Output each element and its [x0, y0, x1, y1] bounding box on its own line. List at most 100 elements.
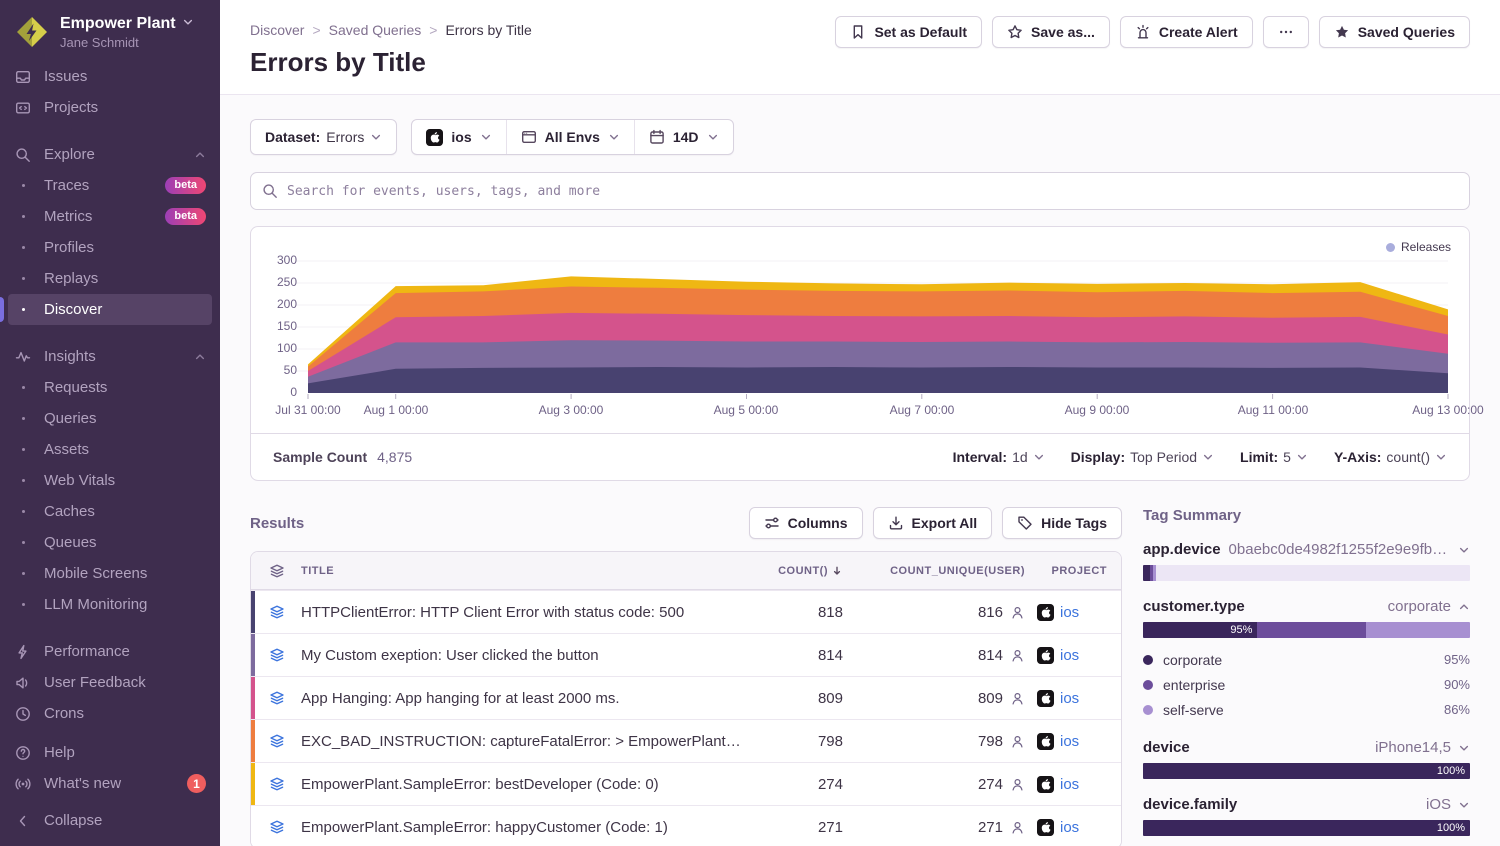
chart-legend[interactable]: Releases: [1386, 240, 1451, 254]
tag-legend-row[interactable]: corporate95%: [1143, 647, 1470, 672]
sidebar-item-label: Web Vitals: [44, 472, 206, 489]
save-as-button[interactable]: Save as...: [992, 16, 1110, 48]
search-input[interactable]: [250, 172, 1470, 210]
tag-distribution-bar[interactable]: 95%: [1143, 622, 1470, 638]
sidebar-item-queues[interactable]: Queues: [8, 527, 212, 558]
chevron-down-icon: [707, 131, 719, 143]
sidebar-item-help[interactable]: Help: [8, 737, 212, 768]
releases-legend-label: Releases: [1401, 240, 1451, 254]
table-row: EmpowerPlant.SampleError: happyCustomer …: [251, 805, 1121, 846]
project-filter[interactable]: ios: [412, 120, 505, 154]
tag-distribution-bar[interactable]: 100%: [1143, 820, 1470, 836]
sidebar-item-web-vitals[interactable]: Web Vitals: [8, 465, 212, 496]
chevron-up-icon[interactable]: [194, 149, 206, 161]
tag-value-percent: 95%: [1444, 652, 1470, 667]
sidebar-item-queries[interactable]: Queries: [8, 403, 212, 434]
column-header-title[interactable]: TITLE: [301, 565, 741, 577]
column-header-count-unique[interactable]: COUNT_UNIQUE(USER): [855, 565, 1025, 577]
layers-icon[interactable]: [269, 776, 289, 792]
count-value: 274: [753, 776, 843, 793]
project-link[interactable]: ios: [1060, 819, 1079, 836]
columns-button[interactable]: Columns: [749, 507, 863, 539]
sidebar-item-llm-monitoring[interactable]: LLM Monitoring: [8, 589, 212, 620]
series-color-bar: [251, 591, 255, 633]
user-name: Jane Schmidt: [60, 35, 194, 51]
sidebar-item-projects[interactable]: Projects: [8, 92, 212, 123]
dataset-value: Errors: [326, 129, 364, 145]
error-title[interactable]: App Hanging: App hanging for at least 20…: [301, 690, 741, 707]
hide-tags-button[interactable]: Hide Tags: [1002, 507, 1122, 539]
project-link[interactable]: ios: [1060, 733, 1079, 750]
sidebar-item-caches[interactable]: Caches: [8, 496, 212, 527]
sidebar-item-replays[interactable]: Replays: [8, 263, 212, 294]
tag-legend-row[interactable]: self-serve86%: [1143, 697, 1470, 722]
chevron-down-icon: [1435, 451, 1447, 463]
tag-top-value: corporate: [1253, 598, 1451, 615]
layers-icon[interactable]: [269, 690, 289, 706]
error-title[interactable]: My Custom exeption: User clicked the but…: [301, 647, 741, 664]
sidebar: Empower Plant Jane Schmidt IssuesProject…: [0, 0, 220, 846]
sidebar-item-assets[interactable]: Assets: [8, 434, 212, 465]
y-axis-selector[interactable]: Y-Axis:count(): [1334, 449, 1447, 465]
tag-distribution-bar[interactable]: 100%: [1143, 763, 1470, 779]
sidebar-item-insights[interactable]: Insights: [8, 341, 212, 372]
layers-icon[interactable]: [269, 819, 289, 835]
tag-distribution-bar[interactable]: [1143, 565, 1470, 581]
column-header-count[interactable]: COUNT(): [753, 565, 843, 577]
starfilled-icon: [1334, 24, 1350, 40]
more-options-button[interactable]: [1263, 16, 1309, 48]
sidebar-item-issues[interactable]: Issues: [8, 61, 212, 92]
project-link[interactable]: ios: [1060, 604, 1079, 621]
dataset-selector[interactable]: Dataset: Errors: [250, 119, 397, 155]
sidebar-item-label: Crons: [44, 705, 206, 722]
chevron-down-icon[interactable]: [1458, 742, 1470, 754]
chevron-down-icon[interactable]: [1458, 799, 1470, 811]
breadcrumb-discover[interactable]: Discover: [250, 22, 304, 38]
project-link[interactable]: ios: [1060, 690, 1079, 707]
date-range-filter[interactable]: 14D: [634, 120, 733, 154]
chevron-up-icon[interactable]: [194, 351, 206, 363]
display-selector[interactable]: Display:Top Period: [1071, 449, 1214, 465]
interval-selector[interactable]: Interval:1d: [953, 449, 1045, 465]
create-alert-button[interactable]: Create Alert: [1120, 16, 1253, 48]
sidebar-collapse-button[interactable]: Collapse: [8, 805, 212, 836]
sidebar-item-what-s-new[interactable]: What's new1: [8, 768, 212, 799]
column-header-project[interactable]: PROJECT: [1037, 565, 1107, 577]
chevron-down-icon[interactable]: [1458, 544, 1470, 556]
sidebar-item-traces[interactable]: Tracesbeta: [8, 170, 212, 201]
sidebar-item-requests[interactable]: Requests: [8, 372, 212, 403]
org-switcher[interactable]: Empower Plant Jane Schmidt: [0, 0, 220, 61]
breadcrumb-saved-queries[interactable]: Saved Queries: [329, 22, 422, 38]
table-header-row: TITLE COUNT() COUNT_UNIQUE(USER) PROJECT: [251, 552, 1121, 590]
x-axis-tick-label: Jul 31 00:00: [275, 403, 340, 417]
sidebar-item-profiles[interactable]: Profiles: [8, 232, 212, 263]
sidebar-item-metrics[interactable]: Metricsbeta: [8, 201, 212, 232]
error-title[interactable]: HTTPClientError: HTTP Client Error with …: [301, 604, 741, 621]
beta-badge: beta: [165, 208, 206, 225]
sidebar-item-label: Help: [44, 744, 206, 761]
apple-icon: [1037, 819, 1054, 836]
error-title[interactable]: EXC_BAD_INSTRUCTION: captureFatalError: …: [301, 733, 741, 750]
layers-icon[interactable]: [269, 647, 289, 663]
layers-icon[interactable]: [269, 733, 289, 749]
tag-key: app.device: [1143, 541, 1221, 558]
set-as-default-button[interactable]: Set as Default: [835, 16, 982, 48]
sidebar-item-mobile-screens[interactable]: Mobile Screens: [8, 558, 212, 589]
sidebar-item-crons[interactable]: Crons: [8, 698, 212, 729]
saved-queries-button[interactable]: Saved Queries: [1319, 16, 1470, 48]
sidebar-item-explore[interactable]: Explore: [8, 139, 212, 170]
tag-legend-row[interactable]: enterprise90%: [1143, 672, 1470, 697]
sidebar-item-discover[interactable]: Discover: [8, 294, 212, 325]
sidebar-item-performance[interactable]: Performance: [8, 636, 212, 667]
limit-selector[interactable]: Limit:5: [1240, 449, 1308, 465]
project-link[interactable]: ios: [1060, 647, 1079, 664]
layers-icon[interactable]: [269, 604, 289, 620]
chevron-up-icon[interactable]: [1458, 601, 1470, 613]
project-link[interactable]: ios: [1060, 776, 1079, 793]
export-all-button[interactable]: Export All: [873, 507, 993, 539]
error-title[interactable]: EmpowerPlant.SampleError: bestDeveloper …: [301, 776, 741, 793]
error-title[interactable]: EmpowerPlant.SampleError: happyCustomer …: [301, 819, 741, 836]
sidebar-item-label: Profiles: [44, 239, 206, 256]
sidebar-item-user-feedback[interactable]: User Feedback: [8, 667, 212, 698]
environment-filter[interactable]: All Envs: [506, 120, 634, 154]
